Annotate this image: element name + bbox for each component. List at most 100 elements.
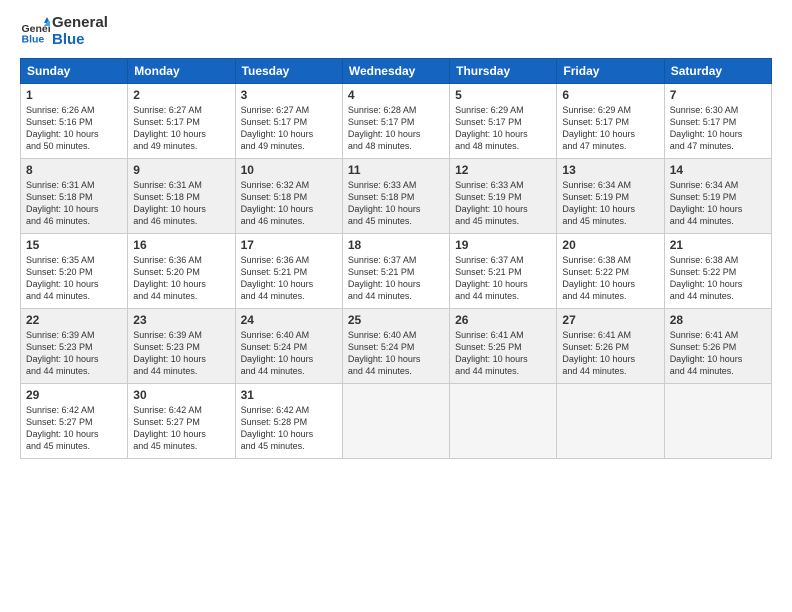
svg-text:Blue: Blue bbox=[22, 33, 45, 45]
day-number: 27 bbox=[562, 313, 658, 327]
col-header-wednesday: Wednesday bbox=[342, 59, 449, 84]
day-info: Sunrise: 6:41 AM Sunset: 5:25 PM Dayligh… bbox=[455, 329, 551, 378]
day-info: Sunrise: 6:42 AM Sunset: 5:28 PM Dayligh… bbox=[241, 404, 337, 453]
table-row: 31 Sunrise: 6:42 AM Sunset: 5:28 PM Dayl… bbox=[235, 384, 342, 459]
day-info: Sunrise: 6:40 AM Sunset: 5:24 PM Dayligh… bbox=[348, 329, 444, 378]
table-row: 7 Sunrise: 6:30 AM Sunset: 5:17 PM Dayli… bbox=[664, 84, 771, 159]
table-row bbox=[557, 384, 664, 459]
day-number: 4 bbox=[348, 88, 444, 102]
day-number: 1 bbox=[26, 88, 122, 102]
logo-icon: General Blue bbox=[20, 17, 50, 47]
day-number: 12 bbox=[455, 163, 551, 177]
day-number: 23 bbox=[133, 313, 229, 327]
col-header-friday: Friday bbox=[557, 59, 664, 84]
logo-blue: Blue bbox=[52, 32, 108, 49]
table-row: 29 Sunrise: 6:42 AM Sunset: 5:27 PM Dayl… bbox=[21, 384, 128, 459]
table-row: 16 Sunrise: 6:36 AM Sunset: 5:20 PM Dayl… bbox=[128, 234, 235, 309]
table-row: 21 Sunrise: 6:38 AM Sunset: 5:22 PM Dayl… bbox=[664, 234, 771, 309]
day-number: 5 bbox=[455, 88, 551, 102]
day-info: Sunrise: 6:40 AM Sunset: 5:24 PM Dayligh… bbox=[241, 329, 337, 378]
day-info: Sunrise: 6:37 AM Sunset: 5:21 PM Dayligh… bbox=[455, 254, 551, 303]
day-info: Sunrise: 6:37 AM Sunset: 5:21 PM Dayligh… bbox=[348, 254, 444, 303]
col-header-tuesday: Tuesday bbox=[235, 59, 342, 84]
table-row: 4 Sunrise: 6:28 AM Sunset: 5:17 PM Dayli… bbox=[342, 84, 449, 159]
col-header-thursday: Thursday bbox=[450, 59, 557, 84]
day-info: Sunrise: 6:42 AM Sunset: 5:27 PM Dayligh… bbox=[26, 404, 122, 453]
table-row: 9 Sunrise: 6:31 AM Sunset: 5:18 PM Dayli… bbox=[128, 159, 235, 234]
day-number: 9 bbox=[133, 163, 229, 177]
table-row: 28 Sunrise: 6:41 AM Sunset: 5:26 PM Dayl… bbox=[664, 309, 771, 384]
day-number: 3 bbox=[241, 88, 337, 102]
day-number: 2 bbox=[133, 88, 229, 102]
day-number: 14 bbox=[670, 163, 766, 177]
table-row: 12 Sunrise: 6:33 AM Sunset: 5:19 PM Dayl… bbox=[450, 159, 557, 234]
day-number: 19 bbox=[455, 238, 551, 252]
table-row bbox=[342, 384, 449, 459]
table-row: 19 Sunrise: 6:37 AM Sunset: 5:21 PM Dayl… bbox=[450, 234, 557, 309]
table-row: 27 Sunrise: 6:41 AM Sunset: 5:26 PM Dayl… bbox=[557, 309, 664, 384]
day-info: Sunrise: 6:34 AM Sunset: 5:19 PM Dayligh… bbox=[562, 179, 658, 228]
day-info: Sunrise: 6:41 AM Sunset: 5:26 PM Dayligh… bbox=[670, 329, 766, 378]
day-info: Sunrise: 6:35 AM Sunset: 5:20 PM Dayligh… bbox=[26, 254, 122, 303]
table-row: 2 Sunrise: 6:27 AM Sunset: 5:17 PM Dayli… bbox=[128, 84, 235, 159]
day-info: Sunrise: 6:38 AM Sunset: 5:22 PM Dayligh… bbox=[562, 254, 658, 303]
table-row: 25 Sunrise: 6:40 AM Sunset: 5:24 PM Dayl… bbox=[342, 309, 449, 384]
day-info: Sunrise: 6:27 AM Sunset: 5:17 PM Dayligh… bbox=[133, 104, 229, 153]
day-info: Sunrise: 6:29 AM Sunset: 5:17 PM Dayligh… bbox=[455, 104, 551, 153]
day-number: 15 bbox=[26, 238, 122, 252]
day-number: 6 bbox=[562, 88, 658, 102]
day-info: Sunrise: 6:41 AM Sunset: 5:26 PM Dayligh… bbox=[562, 329, 658, 378]
day-number: 26 bbox=[455, 313, 551, 327]
col-header-sunday: Sunday bbox=[21, 59, 128, 84]
table-row: 20 Sunrise: 6:38 AM Sunset: 5:22 PM Dayl… bbox=[557, 234, 664, 309]
day-number: 18 bbox=[348, 238, 444, 252]
day-number: 13 bbox=[562, 163, 658, 177]
table-row: 22 Sunrise: 6:39 AM Sunset: 5:23 PM Dayl… bbox=[21, 309, 128, 384]
logo: General Blue General Blue bbox=[20, 15, 108, 48]
day-info: Sunrise: 6:42 AM Sunset: 5:27 PM Dayligh… bbox=[133, 404, 229, 453]
table-row: 5 Sunrise: 6:29 AM Sunset: 5:17 PM Dayli… bbox=[450, 84, 557, 159]
table-row: 6 Sunrise: 6:29 AM Sunset: 5:17 PM Dayli… bbox=[557, 84, 664, 159]
day-number: 25 bbox=[348, 313, 444, 327]
table-row: 18 Sunrise: 6:37 AM Sunset: 5:21 PM Dayl… bbox=[342, 234, 449, 309]
table-row: 24 Sunrise: 6:40 AM Sunset: 5:24 PM Dayl… bbox=[235, 309, 342, 384]
day-info: Sunrise: 6:33 AM Sunset: 5:19 PM Dayligh… bbox=[455, 179, 551, 228]
table-row: 3 Sunrise: 6:27 AM Sunset: 5:17 PM Dayli… bbox=[235, 84, 342, 159]
table-row: 23 Sunrise: 6:39 AM Sunset: 5:23 PM Dayl… bbox=[128, 309, 235, 384]
table-row: 13 Sunrise: 6:34 AM Sunset: 5:19 PM Dayl… bbox=[557, 159, 664, 234]
day-info: Sunrise: 6:32 AM Sunset: 5:18 PM Dayligh… bbox=[241, 179, 337, 228]
col-header-monday: Monday bbox=[128, 59, 235, 84]
day-info: Sunrise: 6:29 AM Sunset: 5:17 PM Dayligh… bbox=[562, 104, 658, 153]
day-info: Sunrise: 6:27 AM Sunset: 5:17 PM Dayligh… bbox=[241, 104, 337, 153]
calendar: SundayMondayTuesdayWednesdayThursdayFrid… bbox=[20, 58, 772, 459]
day-info: Sunrise: 6:30 AM Sunset: 5:17 PM Dayligh… bbox=[670, 104, 766, 153]
day-info: Sunrise: 6:39 AM Sunset: 5:23 PM Dayligh… bbox=[133, 329, 229, 378]
day-number: 29 bbox=[26, 388, 122, 402]
day-number: 21 bbox=[670, 238, 766, 252]
day-number: 11 bbox=[348, 163, 444, 177]
day-info: Sunrise: 6:31 AM Sunset: 5:18 PM Dayligh… bbox=[133, 179, 229, 228]
day-number: 20 bbox=[562, 238, 658, 252]
table-row: 1 Sunrise: 6:26 AM Sunset: 5:16 PM Dayli… bbox=[21, 84, 128, 159]
day-info: Sunrise: 6:39 AM Sunset: 5:23 PM Dayligh… bbox=[26, 329, 122, 378]
table-row: 11 Sunrise: 6:33 AM Sunset: 5:18 PM Dayl… bbox=[342, 159, 449, 234]
day-info: Sunrise: 6:34 AM Sunset: 5:19 PM Dayligh… bbox=[670, 179, 766, 228]
table-row: 17 Sunrise: 6:36 AM Sunset: 5:21 PM Dayl… bbox=[235, 234, 342, 309]
day-number: 30 bbox=[133, 388, 229, 402]
day-info: Sunrise: 6:31 AM Sunset: 5:18 PM Dayligh… bbox=[26, 179, 122, 228]
day-info: Sunrise: 6:33 AM Sunset: 5:18 PM Dayligh… bbox=[348, 179, 444, 228]
day-number: 17 bbox=[241, 238, 337, 252]
day-number: 28 bbox=[670, 313, 766, 327]
day-info: Sunrise: 6:36 AM Sunset: 5:21 PM Dayligh… bbox=[241, 254, 337, 303]
col-header-saturday: Saturday bbox=[664, 59, 771, 84]
header: General Blue General Blue bbox=[20, 15, 772, 48]
table-row: 26 Sunrise: 6:41 AM Sunset: 5:25 PM Dayl… bbox=[450, 309, 557, 384]
table-row: 8 Sunrise: 6:31 AM Sunset: 5:18 PM Dayli… bbox=[21, 159, 128, 234]
logo-general: General bbox=[52, 15, 108, 32]
page: General Blue General Blue SundayMondayTu… bbox=[0, 0, 792, 612]
table-row: 15 Sunrise: 6:35 AM Sunset: 5:20 PM Dayl… bbox=[21, 234, 128, 309]
day-number: 7 bbox=[670, 88, 766, 102]
day-number: 31 bbox=[241, 388, 337, 402]
day-number: 16 bbox=[133, 238, 229, 252]
day-info: Sunrise: 6:38 AM Sunset: 5:22 PM Dayligh… bbox=[670, 254, 766, 303]
